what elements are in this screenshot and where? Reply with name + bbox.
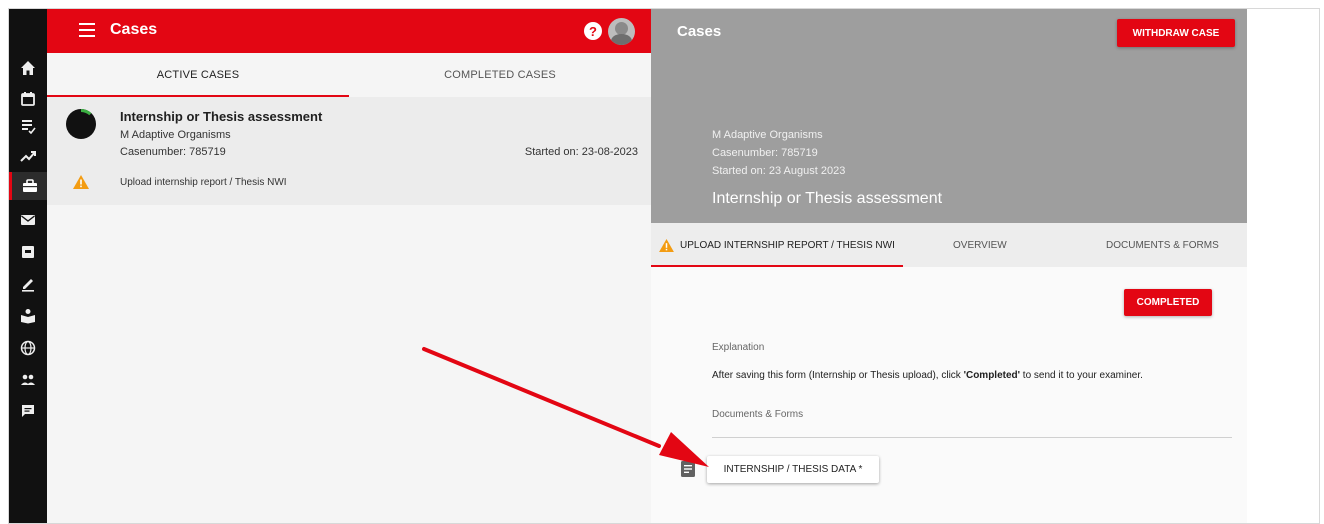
tab-upload-report[interactable]: UPLOAD INTERNSHIP REPORT / THESIS NWI <box>651 223 903 267</box>
completed-button[interactable]: COMPLETED <box>1124 289 1212 316</box>
hamburger-menu-icon[interactable] <box>79 23 95 37</box>
pen-icon <box>22 279 34 292</box>
detail-program: M Adaptive Organisms <box>712 129 823 141</box>
case-list-item[interactable]: Internship or Thesis assessment M Adapti… <box>47 97 651 205</box>
trending-icon <box>20 151 36 162</box>
case-detail-pane: Cases WITHDRAW CASE M Adaptive Organisms… <box>651 9 1247 523</box>
app-title: Cases <box>110 21 158 38</box>
withdraw-case-button[interactable]: WITHDRAW CASE <box>1117 19 1235 47</box>
case-start-date: Started on: 23-08-2023 <box>524 146 638 158</box>
detail-title: Cases <box>677 23 722 40</box>
section-divider <box>712 437 1232 438</box>
rail-globe[interactable] <box>14 334 42 362</box>
case-title: Internship or Thesis assessment <box>120 109 323 124</box>
rail-inbox[interactable] <box>14 238 42 266</box>
top-app-bar: Cases ? <box>47 9 651 53</box>
reading-person-icon <box>21 309 35 324</box>
briefcase-icon <box>22 179 37 192</box>
tab-completed-cases[interactable]: COMPLETED CASES <box>349 53 651 97</box>
avatar[interactable] <box>608 18 635 45</box>
checklist-icon <box>22 120 36 134</box>
tab-overview[interactable]: OVERVIEW <box>953 223 1007 267</box>
explanation-label: Explanation <box>712 342 765 353</box>
tab-upload-label: UPLOAD INTERNSHIP REPORT / THESIS NWI <box>680 239 895 251</box>
mail-icon <box>21 215 35 225</box>
case-program: M Adaptive Organisms <box>120 129 231 141</box>
rail-calendar[interactable] <box>14 85 42 113</box>
case-number: Casenumber: 785719 <box>120 146 226 158</box>
form-document-icon <box>681 461 695 477</box>
detail-tab-indicator <box>651 265 903 267</box>
detail-case-number: Casenumber: 785719 <box>712 147 818 159</box>
globe-icon <box>20 340 36 356</box>
feedback-icon <box>22 405 34 417</box>
tab-documents-forms[interactable]: DOCUMENTS & FORMS <box>1106 223 1219 267</box>
warning-icon <box>659 238 674 252</box>
case-pending-task: Upload internship report / Thesis NWI <box>120 177 287 188</box>
completed-emphasis: 'Completed' <box>963 370 1021 381</box>
rail-checklist[interactable] <box>14 112 42 140</box>
detail-tabs: UPLOAD INTERNSHIP REPORT / THESIS NWI OV… <box>651 223 1247 267</box>
case-tabs: ACTIVE CASES COMPLETED CASES <box>47 53 651 97</box>
internship-thesis-data-button[interactable]: INTERNSHIP / THESIS DATA * <box>707 456 879 483</box>
rail-people[interactable] <box>14 366 42 394</box>
rail-cases[interactable] <box>9 172 47 200</box>
calendar-icon <box>21 92 35 106</box>
app-frame: Cases ? ACTIVE CASES COMPLETED CASES Int… <box>8 8 1320 524</box>
rail-home[interactable] <box>14 54 42 82</box>
detail-start-date: Started on: 23 August 2023 <box>712 165 846 177</box>
home-icon <box>21 61 35 75</box>
nav-rail <box>9 9 47 523</box>
rail-trending[interactable] <box>14 142 42 170</box>
explanation-text: After saving this form (Internship or Th… <box>712 370 1143 381</box>
tab-active-cases[interactable]: ACTIVE CASES <box>47 53 349 97</box>
inbox-box-icon <box>22 246 34 258</box>
rail-learning[interactable] <box>14 302 42 330</box>
documents-forms-label: Documents & Forms <box>712 409 804 420</box>
people-icon <box>21 374 35 385</box>
rail-edit[interactable] <box>14 270 42 298</box>
rail-mail[interactable] <box>14 206 42 234</box>
help-icon[interactable]: ? <box>584 22 602 40</box>
case-list-pane: Cases ? ACTIVE CASES COMPLETED CASES Int… <box>47 9 651 523</box>
rail-feedback[interactable] <box>14 397 42 425</box>
warning-icon <box>73 175 89 189</box>
detail-case-title: Internship or Thesis assessment <box>712 190 943 207</box>
case-progress-ring <box>66 109 96 139</box>
case-header: Cases WITHDRAW CASE M Adaptive Organisms… <box>651 9 1247 223</box>
